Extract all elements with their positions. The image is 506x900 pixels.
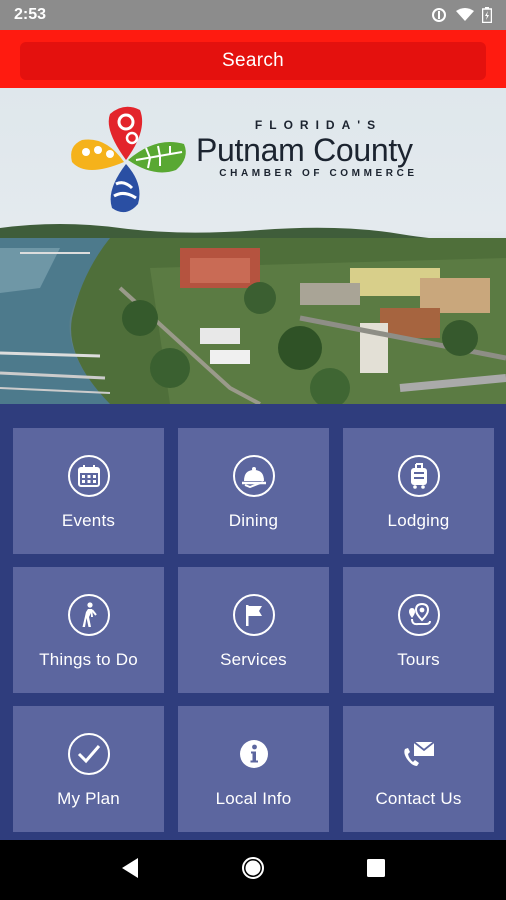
tile-services[interactable]: Services bbox=[178, 567, 329, 693]
tile-contact-us[interactable]: Contact Us bbox=[343, 706, 494, 832]
map-pin-route-icon bbox=[397, 594, 440, 636]
clover-leaf-logo-icon bbox=[71, 106, 186, 213]
status-time: 2:53 bbox=[14, 6, 47, 23]
system-nav-bar bbox=[0, 840, 506, 900]
logo-line-putnam-county: Putnam County bbox=[196, 132, 413, 168]
recents-icon[interactable] bbox=[366, 858, 386, 883]
tile-label: Local Info bbox=[215, 789, 292, 808]
logo-line-chamber: CHAMBER OF COMMERCE bbox=[219, 168, 418, 179]
search-button[interactable]: Search bbox=[20, 42, 486, 80]
menu-grid: Events Dining Lodging Things to Do Servi… bbox=[0, 404, 506, 840]
logo-line-floridas: FLORIDA'S bbox=[254, 118, 383, 132]
tile-events[interactable]: Events bbox=[13, 428, 164, 554]
tile-local-info[interactable]: Local Info bbox=[178, 706, 329, 832]
tile-my-plan[interactable]: My Plan bbox=[13, 706, 164, 832]
hero-banner: FLORIDA'S Putnam County CHAMBER OF COMME… bbox=[0, 88, 506, 404]
do-not-disturb-icon bbox=[430, 8, 448, 22]
battery-icon bbox=[482, 7, 492, 23]
tile-label: Contact Us bbox=[375, 789, 462, 808]
tile-label: My Plan bbox=[57, 789, 120, 808]
tile-label: Dining bbox=[228, 511, 279, 530]
home-icon[interactable] bbox=[241, 856, 265, 885]
tile-label: Things to Do bbox=[39, 650, 138, 669]
tile-label: Services bbox=[220, 650, 287, 669]
checkmark-icon bbox=[67, 733, 110, 775]
luggage-icon bbox=[397, 455, 440, 497]
logo-wordmark: FLORIDA'S Putnam County CHAMBER OF COMME… bbox=[196, 118, 441, 179]
tile-dining[interactable]: Dining bbox=[178, 428, 329, 554]
tile-label: Events bbox=[61, 511, 116, 530]
search-bar: Search bbox=[0, 30, 506, 88]
chamber-logo: FLORIDA'S Putnam County CHAMBER OF COMME… bbox=[66, 100, 446, 220]
tile-label: Lodging bbox=[387, 511, 450, 530]
wifi-icon bbox=[456, 8, 474, 22]
phone-envelope-icon bbox=[398, 733, 440, 775]
calendar-icon bbox=[67, 455, 110, 497]
walking-person-icon bbox=[67, 594, 110, 636]
status-icons bbox=[430, 7, 492, 23]
food-tray-icon bbox=[232, 455, 275, 497]
back-icon[interactable] bbox=[120, 857, 140, 884]
tile-things-to-do[interactable]: Things to Do bbox=[13, 567, 164, 693]
info-icon bbox=[233, 733, 275, 775]
flag-icon bbox=[232, 594, 275, 636]
tile-tours[interactable]: Tours bbox=[343, 567, 494, 693]
tile-lodging[interactable]: Lodging bbox=[343, 428, 494, 554]
status-bar: 2:53 bbox=[0, 0, 506, 30]
tile-label: Tours bbox=[397, 650, 440, 669]
